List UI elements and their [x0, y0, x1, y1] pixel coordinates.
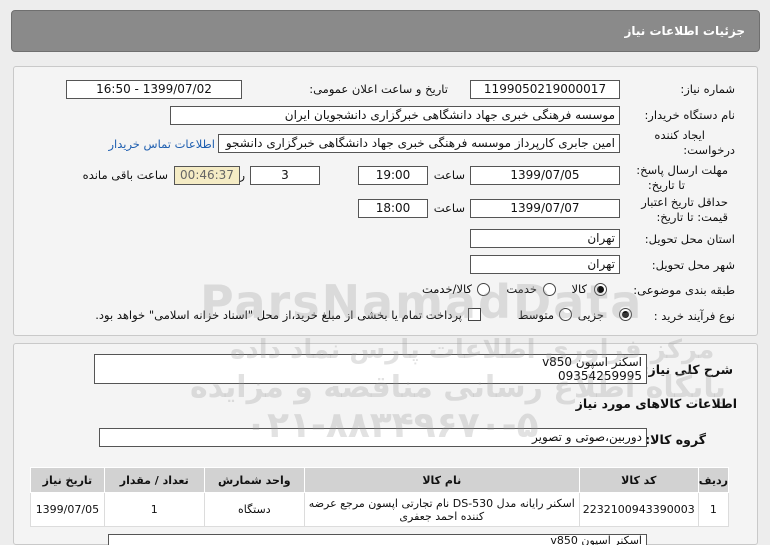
purchase-radio-minor[interactable] — [619, 308, 632, 321]
summary-label: شرح کلی نیاز: — [643, 362, 733, 377]
purchase-option-minor: جزیی — [577, 308, 604, 322]
city-field: تهران — [470, 255, 620, 274]
treasury-payment-note: پرداخت تمام یا بخشی از مبلغ خرید،از محل … — [95, 308, 462, 322]
cell-date: 1399/07/05 — [30, 492, 105, 527]
header-quantity: تعداد / مقدار — [103, 467, 205, 493]
category-option-goods: کالا — [571, 282, 587, 296]
window-title: جزئیات اطلاعات نیاز — [624, 24, 745, 38]
purchase-radio-medium[interactable] — [559, 308, 572, 321]
category-option-service: خدمت — [506, 282, 537, 296]
cell-row-number: 1 — [697, 492, 730, 527]
city-label: شهر محل تحویل: — [651, 258, 735, 272]
window-titlebar: جزئیات اطلاعات نیاز — [11, 10, 760, 52]
goods-group-label: گروه کالا: — [645, 432, 706, 447]
remaining-days-field: 3 — [250, 166, 320, 185]
announce-date-field: 1399/07/02 - 16:50 — [66, 80, 242, 99]
table-row: 1 2232100943390003 اسکنر رایانه مدل DS-5… — [30, 492, 730, 527]
need-number-field: 1199050219000017 — [470, 80, 620, 99]
cell-unit: دستگاه — [203, 492, 305, 527]
buyer-label: نام دستگاه خریدار: — [644, 108, 735, 122]
cell-quantity: 1 — [103, 492, 205, 527]
summary-box: اسکنر اسپون v850 09354259995 — [94, 354, 647, 384]
category-radio-service[interactable] — [543, 283, 556, 296]
send-deadline-label-1: مهلت ارسال پاسخ: — [636, 163, 728, 177]
buyer-field: موسسه فرهنگی خبری جهاد دانشگاهی خبرگزاری… — [170, 106, 620, 125]
send-deadline-label-2: تا تاریخ: — [647, 178, 685, 192]
treasury-payment-checkbox[interactable] — [468, 308, 481, 321]
cell-name: اسکنر رایانه مدل DS-530 نام تجارتی اپسون… — [303, 492, 580, 527]
creator-field: امین جابری کارپرداز موسسه فرهنگی خبری جه… — [218, 134, 620, 153]
header-row-number: ردیف — [697, 467, 730, 493]
validity-label-2: قیمت: تا تاریخ: — [656, 210, 728, 224]
province-label: استان محل تحویل: — [644, 232, 735, 246]
goods-group-field: دوربین،صوتی و تصویر — [99, 428, 647, 447]
send-time-label: ساعت — [433, 168, 465, 182]
announce-date-label: تاریخ و ساعت اعلان عمومی: — [309, 82, 448, 96]
category-radio-goods[interactable] — [594, 283, 607, 296]
validity-date-field: 1399/07/07 — [470, 199, 620, 218]
header-name: نام کالا — [303, 467, 580, 493]
goods-info-title: اطلاعات کالاهای مورد نیاز — [575, 396, 737, 411]
remaining-time-label: ساعت باقی مانده — [82, 168, 168, 182]
remaining-time-timer: 00:46:37 — [174, 166, 240, 185]
bottom-description-box: اسکنر اسپون v850 — [108, 534, 647, 545]
cell-code: 2232100943390003 — [578, 492, 699, 527]
purchase-option-medium: متوسط — [517, 308, 554, 322]
need-number-label: شماره نیاز: — [680, 82, 735, 96]
summary-line-1: اسکنر اسپون v850 — [542, 355, 642, 369]
category-option-goods-service: کالا/خدمت — [421, 282, 472, 296]
validity-label-1: حداقل تاریخ اعتبار — [641, 195, 728, 209]
goods-table: ردیف کد کالا نام کالا واحد شمارش تعداد /… — [30, 467, 730, 527]
header-code: کد کالا — [578, 467, 699, 493]
validity-time-field: 18:00 — [358, 199, 428, 218]
header-unit: واحد شمارش — [203, 467, 305, 493]
table-header-row: ردیف کد کالا نام کالا واحد شمارش تعداد /… — [30, 467, 730, 493]
header-date: تاریخ نیاز — [30, 467, 105, 493]
category-radio-goods-service[interactable] — [477, 283, 490, 296]
send-date-field: 1399/07/05 — [470, 166, 620, 185]
creator-label-2: درخواست: — [683, 143, 735, 157]
summary-line-2: 09354259995 — [558, 369, 642, 383]
send-time-field: 19:00 — [358, 166, 428, 185]
category-label: طبقه بندی موضوعی: — [633, 283, 735, 297]
purchase-type-label: نوع فرآیند خرید : — [653, 309, 735, 323]
validity-time-label: ساعت — [433, 201, 465, 215]
buyer-contact-link[interactable]: اطلاعات تماس خریدار — [108, 137, 215, 151]
province-field: تهران — [470, 229, 620, 248]
creator-label-1: ایجاد کننده — [654, 128, 705, 142]
